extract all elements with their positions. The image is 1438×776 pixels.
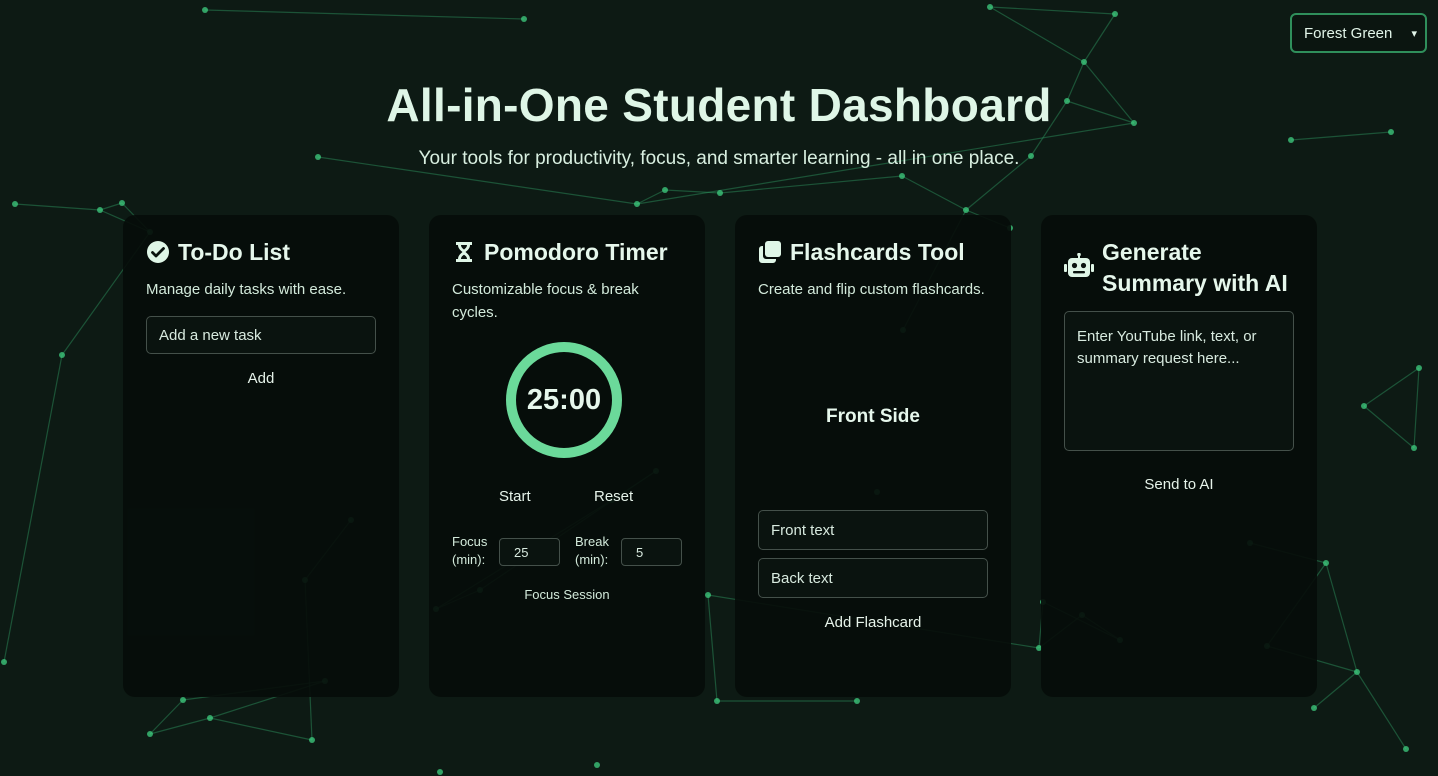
- network-link: [1356, 671, 1407, 750]
- flashcard-preview[interactable]: Front Side: [735, 406, 1011, 428]
- network-node: [714, 698, 720, 704]
- network-node: [1416, 365, 1422, 371]
- pomodoro-card: Pomodoro Timer Customizable focus & brea…: [429, 215, 705, 697]
- network-node: [1, 659, 7, 665]
- ai-summary-header: Generate Summary with AI: [1064, 237, 1294, 299]
- hourglass-icon: [456, 242, 472, 262]
- reset-button[interactable]: Reset: [594, 488, 633, 505]
- page-title: All-in-One Student Dashboard: [386, 79, 1052, 131]
- network-link: [1313, 671, 1358, 709]
- network-node: [97, 207, 103, 213]
- theme-select-value: Forest Green: [1304, 24, 1393, 42]
- pomodoro-header: Pomodoro Timer: [452, 237, 682, 268]
- add-flashcard-button[interactable]: Add Flashcard: [735, 614, 1011, 631]
- network-node: [437, 769, 443, 775]
- network-node: [705, 592, 711, 598]
- chevron-down-icon: ▾: [1411, 27, 1417, 40]
- flashcards-description: Create and flip custom flashcards.: [758, 281, 985, 298]
- network-node: [899, 173, 905, 179]
- timer-display: 25:00: [526, 383, 602, 416]
- network-node: [717, 190, 723, 196]
- todo-title: To-Do List: [178, 239, 290, 265]
- network-node: [1354, 669, 1360, 675]
- break-label: Break (min):: [575, 534, 609, 567]
- network-node: [1112, 11, 1118, 17]
- network-node: [1411, 445, 1417, 451]
- pomodoro-description: Customizable focus & break cycles.: [452, 281, 639, 321]
- network-link: [1413, 367, 1420, 449]
- network-link: [204, 9, 525, 20]
- network-link: [99, 202, 123, 211]
- network-link: [149, 699, 184, 735]
- ai-summary-title: Generate Summary with AI: [1102, 239, 1288, 296]
- network-node: [987, 4, 993, 10]
- ai-prompt-textarea[interactable]: Enter YouTube link, text, or summary req…: [1064, 311, 1294, 451]
- session-status: Focus Session: [524, 587, 610, 602]
- network-node: [521, 16, 527, 22]
- todo-description: Manage daily tasks with ease.: [146, 281, 347, 298]
- network-link: [14, 203, 101, 211]
- network-link: [707, 594, 718, 702]
- network-node: [202, 7, 208, 13]
- robot-icon: [1064, 253, 1094, 277]
- network-link: [901, 175, 967, 211]
- todo-header: To-Do List: [146, 237, 376, 268]
- flashcards-card: Flashcards Tool Create and flip custom f…: [735, 215, 1011, 697]
- network-node: [1323, 560, 1329, 566]
- network-node: [59, 352, 65, 358]
- start-button[interactable]: Start: [499, 488, 531, 505]
- send-to-ai-button[interactable]: Send to AI: [1064, 476, 1294, 493]
- network-link: [1325, 562, 1358, 673]
- network-node: [1403, 746, 1409, 752]
- network-node: [119, 200, 125, 206]
- network-node: [180, 697, 186, 703]
- focus-minutes-input[interactable]: 25: [499, 538, 560, 566]
- network-node: [963, 207, 969, 213]
- focus-label: Focus (min):: [452, 534, 488, 567]
- flashcards-title: Flashcards Tool: [790, 239, 965, 265]
- network-node: [147, 731, 153, 737]
- back-text-input[interactable]: Back text: [758, 558, 988, 598]
- network-node: [207, 715, 213, 721]
- network-node: [1361, 403, 1367, 409]
- pomodoro-title: Pomodoro Timer: [484, 239, 668, 265]
- network-link: [1363, 405, 1415, 449]
- network-link: [209, 717, 313, 741]
- todo-card: To-Do List Manage daily tasks with ease.…: [123, 215, 399, 697]
- ai-summary-card: Generate Summary with AI Enter YouTube l…: [1041, 215, 1317, 697]
- network-link: [989, 6, 1085, 63]
- check-circle-icon: [147, 241, 169, 263]
- network-link: [3, 354, 63, 663]
- network-link: [149, 717, 211, 735]
- network-node: [12, 201, 18, 207]
- network-node: [1311, 705, 1317, 711]
- network-node: [309, 737, 315, 743]
- network-node: [634, 201, 640, 207]
- copy-icon: [759, 241, 781, 263]
- network-link: [1363, 367, 1420, 407]
- network-node: [1081, 59, 1087, 65]
- break-minutes-input[interactable]: 5: [621, 538, 682, 566]
- theme-select[interactable]: Forest Green ▾: [1290, 13, 1427, 53]
- header: All-in-One Student Dashboard Your tools …: [0, 78, 1438, 170]
- network-link: [1083, 13, 1116, 63]
- network-node: [854, 698, 860, 704]
- timer-ring: 25:00: [506, 342, 622, 458]
- network-link: [719, 175, 903, 194]
- front-text-input[interactable]: Front text: [758, 510, 988, 550]
- add-task-button[interactable]: Add: [146, 370, 376, 387]
- task-input[interactable]: Add a new task: [146, 316, 376, 354]
- network-node: [594, 762, 600, 768]
- page-subtitle: Your tools for productivity, focus, and …: [418, 148, 1020, 169]
- flashcards-header: Flashcards Tool: [758, 237, 988, 268]
- network-node: [662, 187, 668, 193]
- network-link: [989, 6, 1116, 15]
